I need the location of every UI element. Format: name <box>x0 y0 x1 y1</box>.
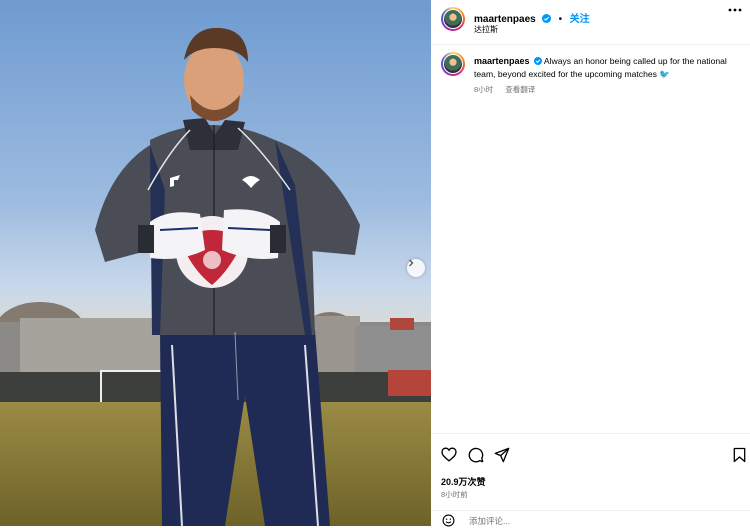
avatar-image <box>444 55 462 73</box>
verified-badge-icon <box>533 57 542 65</box>
caption-meta: 8小时 查看翻译 <box>474 84 545 95</box>
emoji-icon[interactable] <box>442 514 455 527</box>
comment-bar <box>431 510 750 528</box>
separator-dot: • <box>558 14 563 25</box>
more-options-icon[interactable] <box>728 8 742 12</box>
bookmark-icon[interactable] <box>733 447 746 463</box>
like-count[interactable]: 20.9万次赞 <box>441 475 486 488</box>
post-location[interactable]: 达拉斯 <box>474 24 498 35</box>
caption-time: 8小时 <box>474 85 494 94</box>
follow-button[interactable]: 关注 <box>570 14 590 25</box>
avatar-image <box>444 10 462 28</box>
share-icon[interactable] <box>494 447 510 463</box>
author-avatar[interactable] <box>441 7 465 31</box>
post-side-panel: maartenpaes • 关注 达拉斯 maartenpaes Always … <box>431 0 750 527</box>
caption-emoji: 🐦 <box>659 69 671 79</box>
comment-icon[interactable] <box>468 447 484 463</box>
post-time: 8小时前 <box>441 490 468 499</box>
post-actions: 20.9万次赞 8小时前 <box>431 433 750 527</box>
post-photo-illustration <box>0 27 431 526</box>
comment-input[interactable] <box>467 515 671 527</box>
caption-avatar[interactable] <box>441 52 465 76</box>
see-translation-link[interactable]: 查看翻译 <box>505 85 535 94</box>
next-photo-button[interactable] <box>407 259 425 277</box>
verified-badge-icon <box>542 14 552 23</box>
chevron-right-icon <box>409 259 414 267</box>
caption-body: maartenpaes Always an honor being called… <box>474 55 744 81</box>
like-heart-icon[interactable] <box>441 447 457 462</box>
post-photo[interactable] <box>0 0 431 526</box>
post-header: maartenpaes • 关注 达拉斯 <box>431 0 750 45</box>
caption-username[interactable]: maartenpaes <box>474 56 530 66</box>
